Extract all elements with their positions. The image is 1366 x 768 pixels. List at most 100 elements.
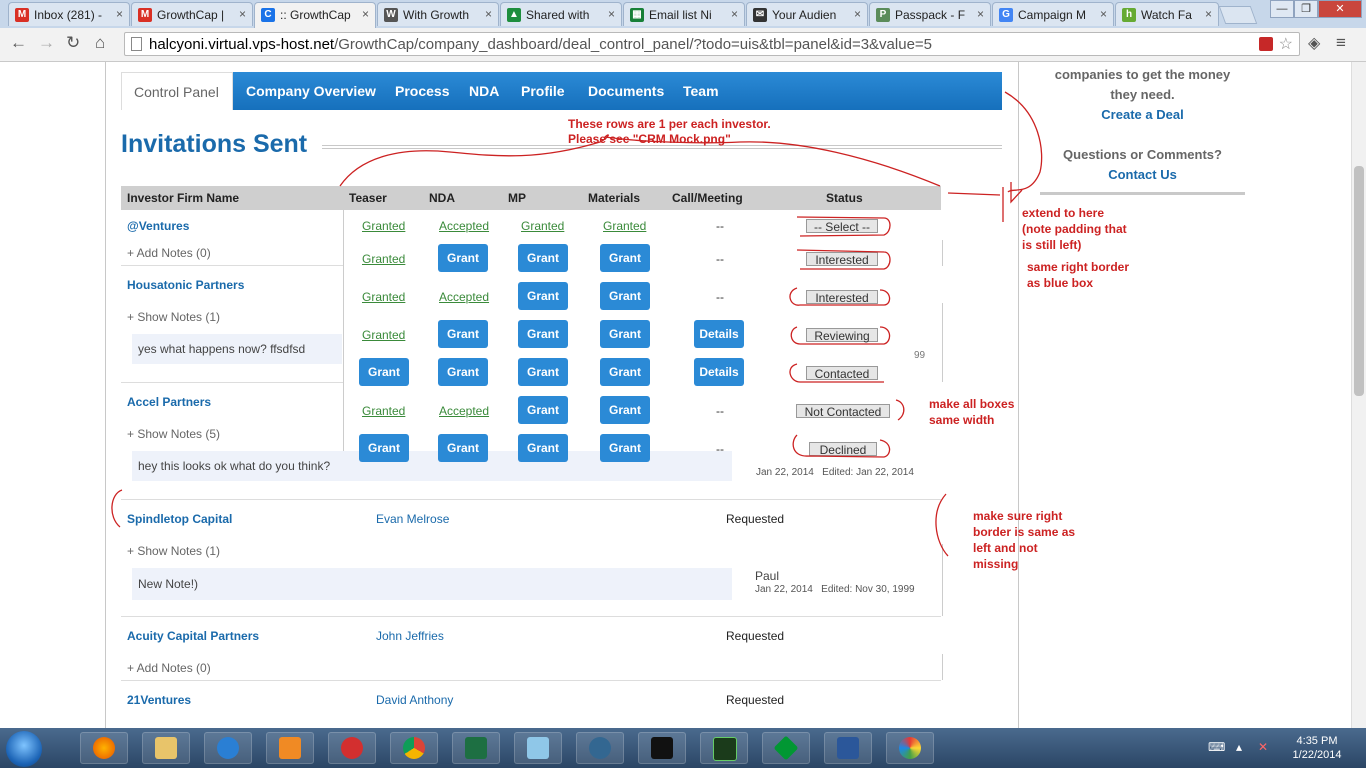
tab-email-list[interactable]: ▦ Email list Ni × [623, 2, 745, 26]
teaser-grant-button[interactable]: Grant [359, 358, 409, 386]
tab-your-audience[interactable]: ✉ Your Audien × [746, 2, 868, 26]
minimize-button[interactable]: — [1270, 0, 1294, 18]
firm-name-link[interactable]: Spindletop Capital [127, 512, 232, 526]
vim-icon[interactable] [762, 732, 810, 764]
contact-name[interactable]: David Anthony [376, 693, 453, 707]
excel-icon[interactable] [452, 732, 500, 764]
mp-grant-button[interactable]: Grant [518, 396, 568, 424]
teaser-granted-link[interactable]: Granted [362, 290, 405, 304]
contact-us-link[interactable]: Contact Us [1040, 167, 1245, 182]
close-icon[interactable]: × [731, 7, 738, 21]
terminal-icon[interactable] [638, 732, 686, 764]
word-icon[interactable] [824, 732, 872, 764]
teaser-granted-link[interactable]: Granted [362, 404, 405, 418]
firm-name-link[interactable]: 21Ventures [127, 693, 191, 707]
firm-name-link[interactable]: Acuity Capital Partners [127, 629, 259, 643]
teaser-grant-button[interactable]: Grant [359, 434, 409, 462]
mp-grant-button[interactable]: Grant [518, 320, 568, 348]
notes-icon[interactable] [514, 732, 562, 764]
firefox-icon[interactable] [80, 732, 128, 764]
back-arrow-icon[interactable]: ← [10, 33, 27, 53]
add-notes-link[interactable]: + Add Notes (0) [127, 246, 211, 260]
materials-granted-link[interactable]: Granted [603, 219, 646, 233]
nav-documents[interactable]: Documents [588, 72, 664, 110]
create-deal-link[interactable]: Create a Deal [1040, 107, 1245, 122]
home-icon[interactable]: ⌂ [95, 33, 105, 53]
nda-grant-button[interactable]: Grant [438, 320, 488, 348]
show-notes-link[interactable]: + Show Notes (1) [127, 310, 220, 324]
nda-accepted-link[interactable]: Accepted [439, 404, 489, 418]
close-icon[interactable]: × [485, 7, 492, 21]
tab-campaign[interactable]: G Campaign M × [992, 2, 1114, 26]
nda-grant-button[interactable]: Grant [438, 434, 488, 462]
nda-grant-button[interactable]: Grant [438, 358, 488, 386]
bookmark-ext-icon[interactable] [1259, 37, 1273, 51]
paint-icon[interactable] [886, 732, 934, 764]
materials-grant-button[interactable]: Grant [600, 434, 650, 462]
close-icon[interactable]: × [362, 7, 369, 21]
firm-name-link[interactable]: Accel Partners [127, 395, 211, 409]
show-notes-link[interactable]: + Show Notes (5) [127, 427, 220, 441]
teaser-granted-link[interactable]: Granted [362, 219, 405, 233]
nav-nda[interactable]: NDA [469, 72, 499, 110]
materials-grant-button[interactable]: Grant [600, 396, 650, 424]
restore-button[interactable]: ❐ [1294, 0, 1318, 18]
tab-growthcap-active[interactable]: C :: GrowthCap × [254, 2, 376, 28]
status-select[interactable]: -- Select -- [806, 219, 878, 234]
close-icon[interactable]: × [116, 7, 123, 21]
materials-grant-button[interactable]: Grant [600, 244, 650, 272]
close-icon[interactable]: × [239, 7, 246, 21]
extension-icon[interactable]: ◈ [1308, 33, 1320, 53]
materials-grant-button[interactable]: Grant [600, 320, 650, 348]
materials-grant-button[interactable]: Grant [600, 282, 650, 310]
console-icon[interactable] [700, 732, 748, 764]
close-icon[interactable]: × [1205, 7, 1212, 21]
nda-grant-button[interactable]: Grant [438, 244, 488, 272]
status-select[interactable]: Contacted [806, 366, 878, 381]
explorer-icon[interactable] [142, 732, 190, 764]
reload-icon[interactable]: ↻ [66, 33, 80, 53]
close-icon[interactable]: × [1100, 7, 1107, 21]
tab-passpack[interactable]: P Passpack - F × [869, 2, 991, 26]
close-icon[interactable]: × [977, 7, 984, 21]
status-select[interactable]: Interested [806, 290, 878, 305]
tab-shared-with[interactable]: ▲ Shared with × [500, 2, 622, 26]
details-button[interactable]: Details [694, 358, 744, 386]
address-bar[interactable]: halcyoni.virtual.vps-host.net/GrowthCap/… [124, 32, 1300, 56]
tray-arrow-icon[interactable]: ▴ [1236, 740, 1242, 754]
start-button-icon[interactable] [6, 731, 42, 767]
postgres-icon[interactable] [576, 732, 624, 764]
scrollbar-thumb[interactable] [1354, 166, 1364, 396]
page-scrollbar[interactable] [1351, 62, 1366, 728]
add-notes-link[interactable]: + Add Notes (0) [127, 661, 211, 675]
tab-inbox[interactable]: M Inbox (281) - × [8, 2, 130, 26]
app-icon[interactable] [328, 732, 376, 764]
close-icon[interactable]: × [608, 7, 615, 21]
details-button[interactable]: Details [694, 320, 744, 348]
mp-grant-button[interactable]: Grant [518, 244, 568, 272]
status-select[interactable]: Reviewing [806, 328, 878, 343]
mp-grant-button[interactable]: Grant [518, 358, 568, 386]
nav-company-overview[interactable]: Company Overview [246, 72, 376, 110]
star-icon[interactable]: ☆ [1279, 34, 1293, 54]
close-window-button[interactable]: ✕ [1318, 0, 1362, 18]
status-select[interactable]: Not Contacted [796, 404, 890, 419]
teaser-granted-link[interactable]: Granted [362, 328, 405, 342]
tab-watch[interactable]: h Watch Fa × [1115, 2, 1219, 26]
status-select[interactable]: Interested [806, 252, 878, 267]
firm-name-link[interactable]: @Ventures [127, 219, 189, 233]
close-icon[interactable]: × [854, 7, 861, 21]
nav-team[interactable]: Team [683, 72, 719, 110]
mp-granted-link[interactable]: Granted [521, 219, 564, 233]
mp-grant-button[interactable]: Grant [518, 282, 568, 310]
nda-accepted-link[interactable]: Accepted [439, 219, 489, 233]
firm-name-link[interactable]: Housatonic Partners [127, 278, 244, 292]
new-tab-button[interactable] [1218, 6, 1258, 24]
nav-control-panel[interactable]: Control Panel [121, 72, 233, 110]
network-icon[interactable]: ✕ [1258, 740, 1268, 754]
show-notes-link[interactable]: + Show Notes (1) [127, 544, 220, 558]
chrome-icon[interactable] [390, 732, 438, 764]
ie-icon[interactable] [204, 732, 252, 764]
clock[interactable]: 4:35 PM 1/22/2014 [1282, 734, 1352, 762]
contact-name[interactable]: John Jeffries [376, 629, 444, 643]
